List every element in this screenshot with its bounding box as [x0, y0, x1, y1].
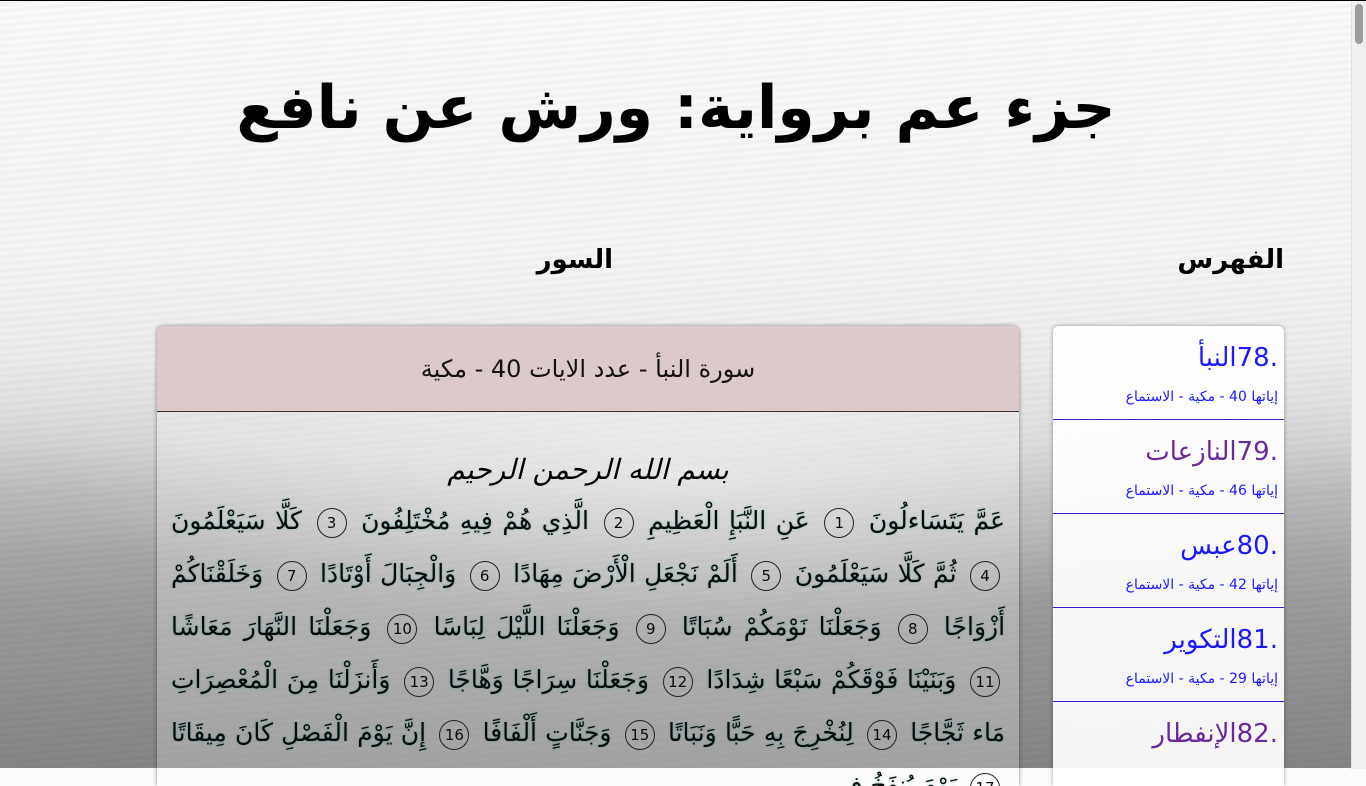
index-surah-link[interactable]: .82الإنفطار: [1053, 714, 1278, 754]
index-item: .78النبأ إياتها 40 - مكية - الاستماع: [1053, 326, 1284, 420]
verse-text: ثُمَّ كَلَّا سَيَعْلَمُونَ: [795, 559, 957, 588]
index-item: .79النازعات إياتها 46 - مكية - الاستماع: [1053, 420, 1284, 514]
page-scrollbar[interactable]: [1351, 1, 1366, 769]
verse-text: وَجَعَلْنَا اللَّيْلَ لِبَاسًا: [434, 612, 620, 641]
verse-text: وَجَعَلْنَا نَوْمَكُمْ سُبَاتًا: [682, 612, 882, 641]
verse-text: وَبَنَيْنَا فَوْقَكُمْ سَبْعًا شِدَادًا: [706, 665, 956, 694]
basmala: بسم الله الرحمن الرحيم: [171, 412, 1005, 492]
verse-number: 10: [387, 614, 417, 644]
index-surah-link[interactable]: .79النازعات: [1053, 432, 1278, 472]
index-item: .81التكوير إياتها 29 - مكية - الاستماع: [1053, 608, 1284, 702]
verse-number: 16: [439, 720, 469, 750]
index-item: .80عبس إياتها 42 - مكية - الاستماع: [1053, 514, 1284, 608]
index-surah-link[interactable]: .80عبس: [1053, 526, 1278, 566]
verse-number: 14: [867, 720, 897, 750]
verse-number: 15: [625, 720, 655, 750]
verses-text: عَمَّ يَتَسَاءلُونَ 1 عَنِ النَّبَإِ الْ…: [171, 494, 1005, 786]
verse-text: وَجَعَلْنَا النَّهَارَ مَعَاشًا: [171, 612, 371, 641]
verse-number: 7: [277, 561, 307, 591]
scrollbar-thumb[interactable]: [1355, 4, 1363, 44]
surah-index-panel: .78النبأ إياتها 40 - مكية - الاستماع .79ال…: [1053, 326, 1284, 786]
verse-number: 13: [404, 667, 434, 697]
verse-number: 9: [636, 614, 666, 644]
verse-number: 8: [898, 614, 928, 644]
verse-number: 11: [970, 667, 1000, 697]
verse-text: الَّذِي هُمْ فِيهِ مُخْتَلِفُونَ: [361, 506, 589, 535]
verse-text: يَوْمَ يُنفَخُ فِي: [830, 771, 957, 786]
verse-number: 1: [824, 508, 854, 538]
verse-number: 2: [604, 508, 634, 538]
surah-body: بسم الله الرحمن الرحيم عَمَّ يَتَسَاءلُو…: [157, 412, 1019, 786]
verse-number: 3: [317, 508, 347, 538]
verse-text: عَنِ النَّبَإِ الْعَظِيمِ: [648, 506, 810, 535]
verse-text: عَمَّ يَتَسَاءلُونَ: [869, 506, 1005, 535]
verse-text: وَالْجِبَالَ أَوْتَادًا: [320, 559, 456, 588]
index-item: .82الإنفطار: [1053, 702, 1284, 786]
verse-text: وَجَنَّاتٍ أَلْفَافًا: [483, 718, 612, 747]
index-listen-link[interactable]: إياتها 40 - مكية - الاستماع: [1053, 386, 1278, 408]
surahs-heading: السور: [500, 245, 613, 275]
verse-text: وَجَعَلْنَا سِرَاجًا وَهَّاجًا: [448, 665, 649, 694]
index-listen-link[interactable]: إياتها 42 - مكية - الاستماع: [1053, 574, 1278, 596]
index-listen-link[interactable]: إياتها 46 - مكية - الاستماع: [1053, 480, 1278, 502]
verse-text: كَلَّا سَيَعْلَمُونَ: [171, 506, 302, 535]
verse-number: 6: [470, 561, 500, 591]
page-title: جزء عم برواية: ورش عن نافع: [0, 73, 1352, 143]
verse-number: 4: [970, 561, 1000, 591]
verse-number: 5: [751, 561, 781, 591]
verse-text: أَلَمْ نَجْعَلِ الْأَرْضَ مِهَادًا: [513, 559, 738, 588]
index-surah-link[interactable]: .78النبأ: [1053, 338, 1278, 378]
verse-text: إِنَّ يَوْمَ الْفَصْلِ كَانَ مِيقَاتًا: [171, 718, 426, 747]
surah-header: سورة النبأ - عدد الايات 40 - مكية: [157, 326, 1019, 412]
verse-text: لِنُخْرِجَ بِهِ حَبًّا وَنَبَاتًا: [668, 718, 854, 747]
index-surah-link[interactable]: .81التكوير: [1053, 620, 1278, 660]
verse-number: 12: [663, 667, 693, 697]
verse-number: 17: [970, 773, 1000, 786]
index-listen-link[interactable]: إياتها 29 - مكية - الاستماع: [1053, 668, 1278, 690]
surah-card: سورة النبأ - عدد الايات 40 - مكية بسم ال…: [157, 326, 1019, 786]
index-heading: الفهرس: [1150, 245, 1284, 275]
